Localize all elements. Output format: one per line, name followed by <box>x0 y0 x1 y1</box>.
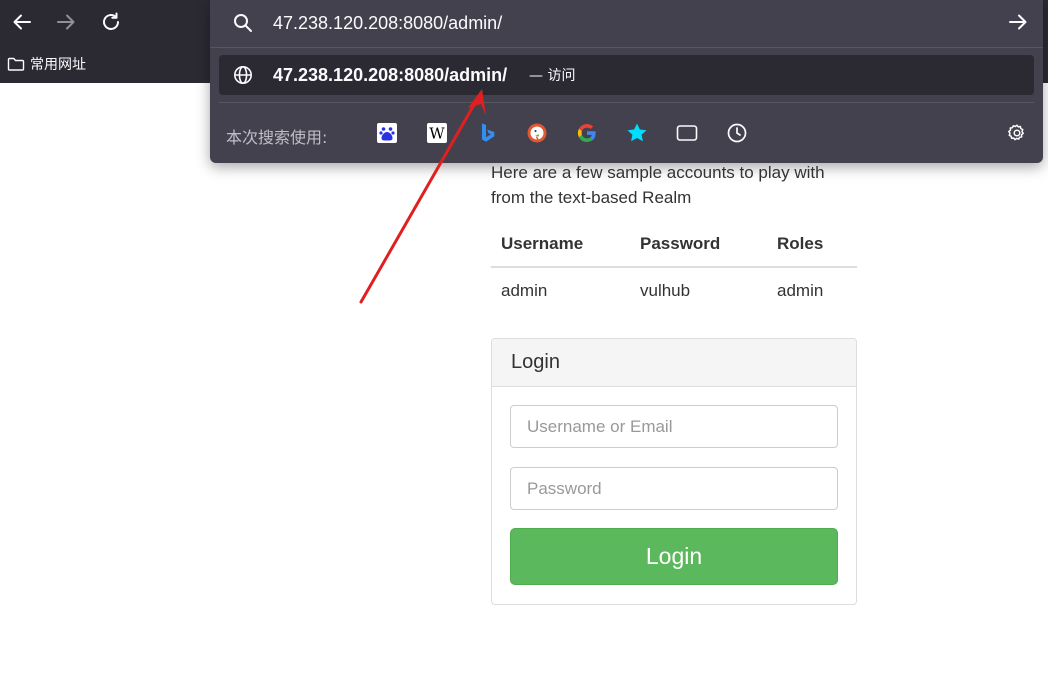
login-button[interactable]: Login <box>510 528 838 585</box>
tab-icon <box>676 125 698 141</box>
search-engines-label: 本次搜索使用: <box>226 128 328 147</box>
intro-text: Here are a few sample accounts to play w… <box>491 163 825 207</box>
divider <box>210 47 1043 48</box>
url-input[interactable]: 47.238.120.208:8080/admin/ <box>273 11 502 35</box>
star-icon <box>627 123 647 142</box>
baidu-engine-button[interactable] <box>376 122 398 144</box>
go-arrow-icon[interactable] <box>1007 11 1029 33</box>
reload-icon <box>103 12 119 30</box>
cell-username: admin <box>501 280 548 300</box>
forward-button[interactable] <box>52 8 80 36</box>
bookmark-folder[interactable]: 常用网址 <box>7 54 86 74</box>
column-header-password: Password <box>630 222 767 268</box>
reload-button[interactable] <box>97 8 125 36</box>
search-settings-button[interactable] <box>1006 122 1028 144</box>
cell-password: vulhub <box>640 280 691 300</box>
cell-roles: admin <box>777 280 824 300</box>
bookmarks-search-button[interactable] <box>626 122 648 144</box>
bing-engine-button[interactable] <box>476 122 498 144</box>
suggestion-action: — 访问 <box>529 68 576 84</box>
table-header-row: Username Password Roles <box>491 222 857 268</box>
arrow-left-icon <box>13 14 31 30</box>
clock-icon <box>727 123 747 143</box>
folder-icon <box>7 57 25 71</box>
column-header-roles: Roles <box>767 222 857 268</box>
bing-icon <box>482 123 495 142</box>
url-suggestion[interactable]: 47.238.120.208:8080/admin/ — 访问 <box>219 55 1034 95</box>
arrow-right-icon <box>57 14 75 30</box>
tabs-search-button[interactable] <box>676 122 698 144</box>
wikipedia-engine-button[interactable]: W <box>426 122 448 144</box>
password-input[interactable] <box>510 467 838 510</box>
login-panel-title: Login <box>492 339 856 387</box>
google-icon <box>577 123 596 143</box>
search-icon <box>234 14 252 32</box>
suggestion-url: 47.238.120.208:8080/admin/ <box>273 65 508 85</box>
baidu-icon <box>377 123 397 143</box>
svg-text:W: W <box>429 125 445 143</box>
gear-icon <box>1008 124 1024 141</box>
wikipedia-icon: W <box>427 123 447 143</box>
duckduckgo-engine-button[interactable] <box>526 122 548 144</box>
column-header-username: Username <box>491 222 630 268</box>
username-input[interactable] <box>510 405 838 448</box>
url-bar[interactable]: 47.238.120.208:8080/admin/ <box>210 0 1043 46</box>
globe-icon <box>234 66 252 84</box>
login-panel: Login Login <box>491 338 857 605</box>
table-row: admin vulhub admin <box>491 267 857 313</box>
divider <box>219 102 1034 103</box>
back-button[interactable] <box>8 8 36 36</box>
sample-accounts-table: Username Password Roles admin vulhub adm… <box>491 222 857 313</box>
duckduckgo-icon <box>527 123 547 143</box>
google-engine-button[interactable] <box>576 122 598 144</box>
history-search-button[interactable] <box>726 122 748 144</box>
search-engine-bar: 本次搜索使用: W <box>210 113 1043 153</box>
url-dropdown-panel: 47.238.120.208:8080/admin/ 47.238.120.20… <box>210 0 1043 163</box>
bookmark-label: 常用网址 <box>30 57 86 73</box>
